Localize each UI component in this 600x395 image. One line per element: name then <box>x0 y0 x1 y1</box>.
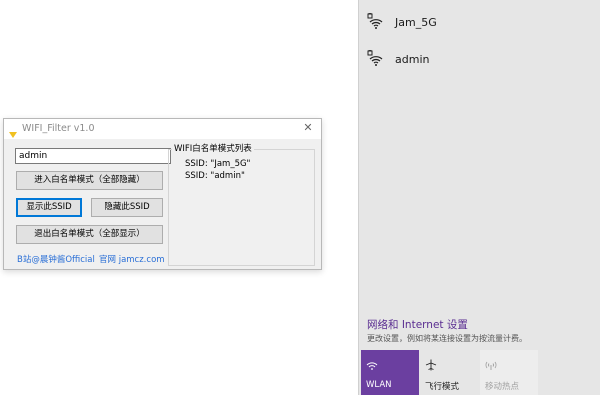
show-ssid-button[interactable]: 显示此SSID <box>16 198 82 217</box>
close-button[interactable]: ✕ <box>301 121 315 135</box>
close-icon: ✕ <box>303 121 313 134</box>
network-item-admin[interactable]: admin <box>367 48 429 70</box>
whitelist-entry: SSID: "Jam_5G" <box>185 159 251 169</box>
window-title: WIFI_Filter v1.0 <box>22 123 95 134</box>
bilibili-link[interactable]: B站@晨钟酱Official <box>17 253 95 265</box>
whitelist-entry: SSID: "admin" <box>185 171 245 181</box>
tile-label: 移动热点 <box>485 382 520 392</box>
mobile-hotspot-tile[interactable]: 移动热点 <box>480 350 538 395</box>
wifi-secured-icon <box>367 49 385 68</box>
wlan-toggle-tile[interactable]: WLAN <box>361 350 419 395</box>
website-link[interactable]: 官网 jamcz.com <box>99 253 165 265</box>
airplane-icon <box>425 356 437 371</box>
whitelist-group-title: WIFI白名单模式列表 <box>172 142 254 154</box>
app-icon <box>8 124 18 138</box>
airplane-mode-tile[interactable]: 飞行模式 <box>420 350 478 395</box>
tile-label: WLAN <box>366 380 392 390</box>
title-bar[interactable]: WIFI_Filter v1.0 ✕ <box>4 119 321 139</box>
wifi-secured-icon <box>367 12 385 31</box>
network-settings-link[interactable]: 网络和 Internet 设置 <box>367 317 468 332</box>
network-flyout: Jam_5G admin 网络和 Internet 设置 更改设置，例如将某连接… <box>358 0 600 395</box>
hotspot-icon <box>485 356 497 370</box>
tile-label: 飞行模式 <box>425 382 460 392</box>
hide-ssid-button[interactable]: 隐藏此SSID <box>91 198 163 217</box>
ssid-input[interactable] <box>15 148 171 164</box>
network-settings-description: 更改设置，例如将某连接设置为按流量计费。 <box>367 334 527 343</box>
exit-whitelist-button[interactable]: 退出白名单模式（全部显示） <box>16 225 163 244</box>
enter-whitelist-button[interactable]: 进入白名单模式（全部隐藏） <box>16 171 163 190</box>
wifi-filter-window: WIFI_Filter v1.0 ✕ 进入白名单模式（全部隐藏） 显示此SSID… <box>3 118 322 270</box>
network-name: admin <box>395 52 430 66</box>
wifi-icon <box>366 356 378 370</box>
network-item-jam-5g[interactable]: Jam_5G <box>367 11 437 33</box>
network-name: Jam_5G <box>395 15 437 29</box>
